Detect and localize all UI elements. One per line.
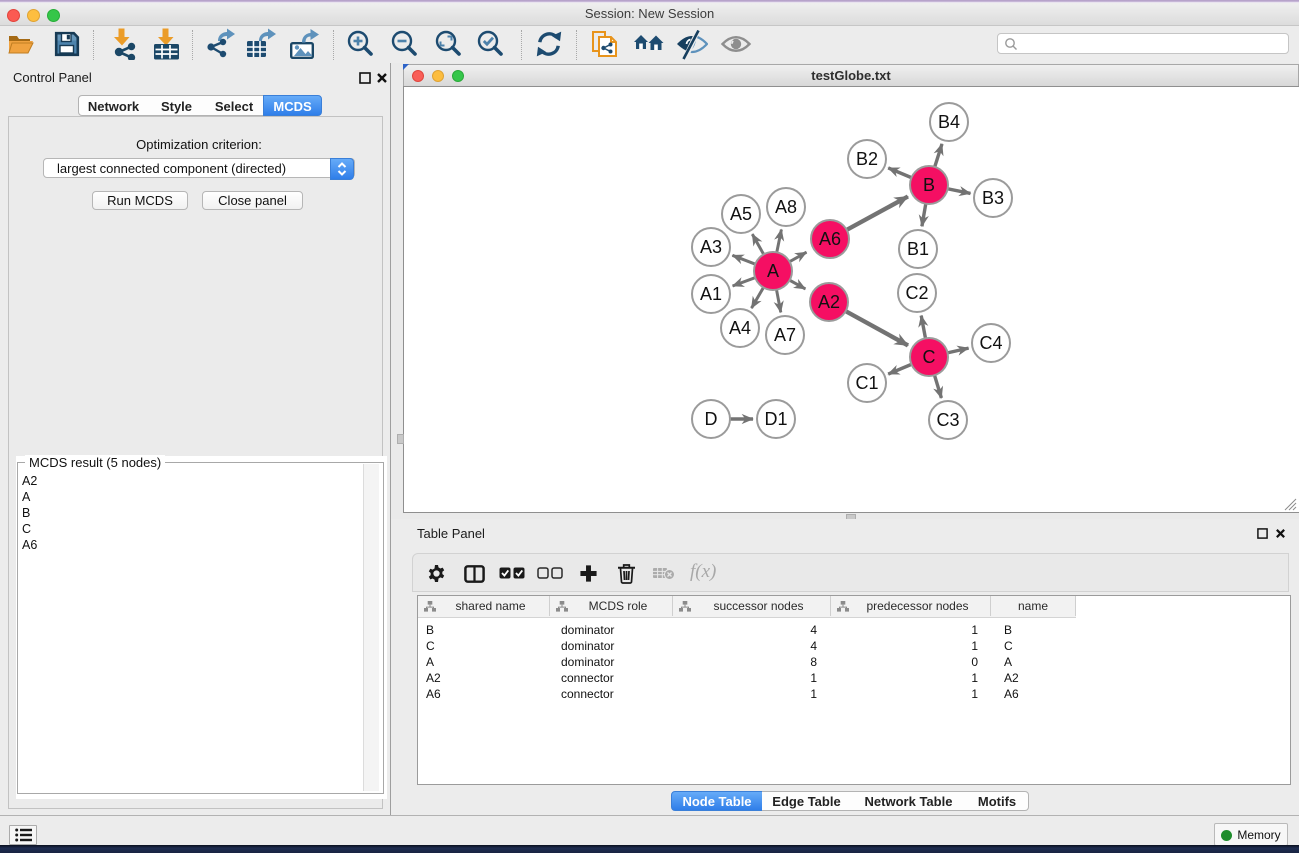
svg-text:C3: C3 <box>936 410 959 430</box>
svg-text:A3: A3 <box>700 237 722 257</box>
svg-text:A1: A1 <box>700 284 722 304</box>
svg-text:A6: A6 <box>819 229 841 249</box>
svg-text:D1: D1 <box>764 409 787 429</box>
svg-text:A4: A4 <box>729 318 751 338</box>
svg-text:B2: B2 <box>856 149 878 169</box>
svg-text:C1: C1 <box>855 373 878 393</box>
svg-text:C4: C4 <box>979 333 1002 353</box>
svg-text:C: C <box>923 347 936 367</box>
svg-text:A8: A8 <box>775 197 797 217</box>
svg-text:B1: B1 <box>907 239 929 259</box>
svg-text:B3: B3 <box>982 188 1004 208</box>
svg-text:A7: A7 <box>774 325 796 345</box>
svg-text:A: A <box>767 261 779 281</box>
svg-text:C2: C2 <box>905 283 928 303</box>
svg-text:B4: B4 <box>938 112 960 132</box>
svg-text:D: D <box>705 409 718 429</box>
svg-text:B: B <box>923 175 935 195</box>
svg-text:A2: A2 <box>818 292 840 312</box>
svg-text:A5: A5 <box>730 204 752 224</box>
